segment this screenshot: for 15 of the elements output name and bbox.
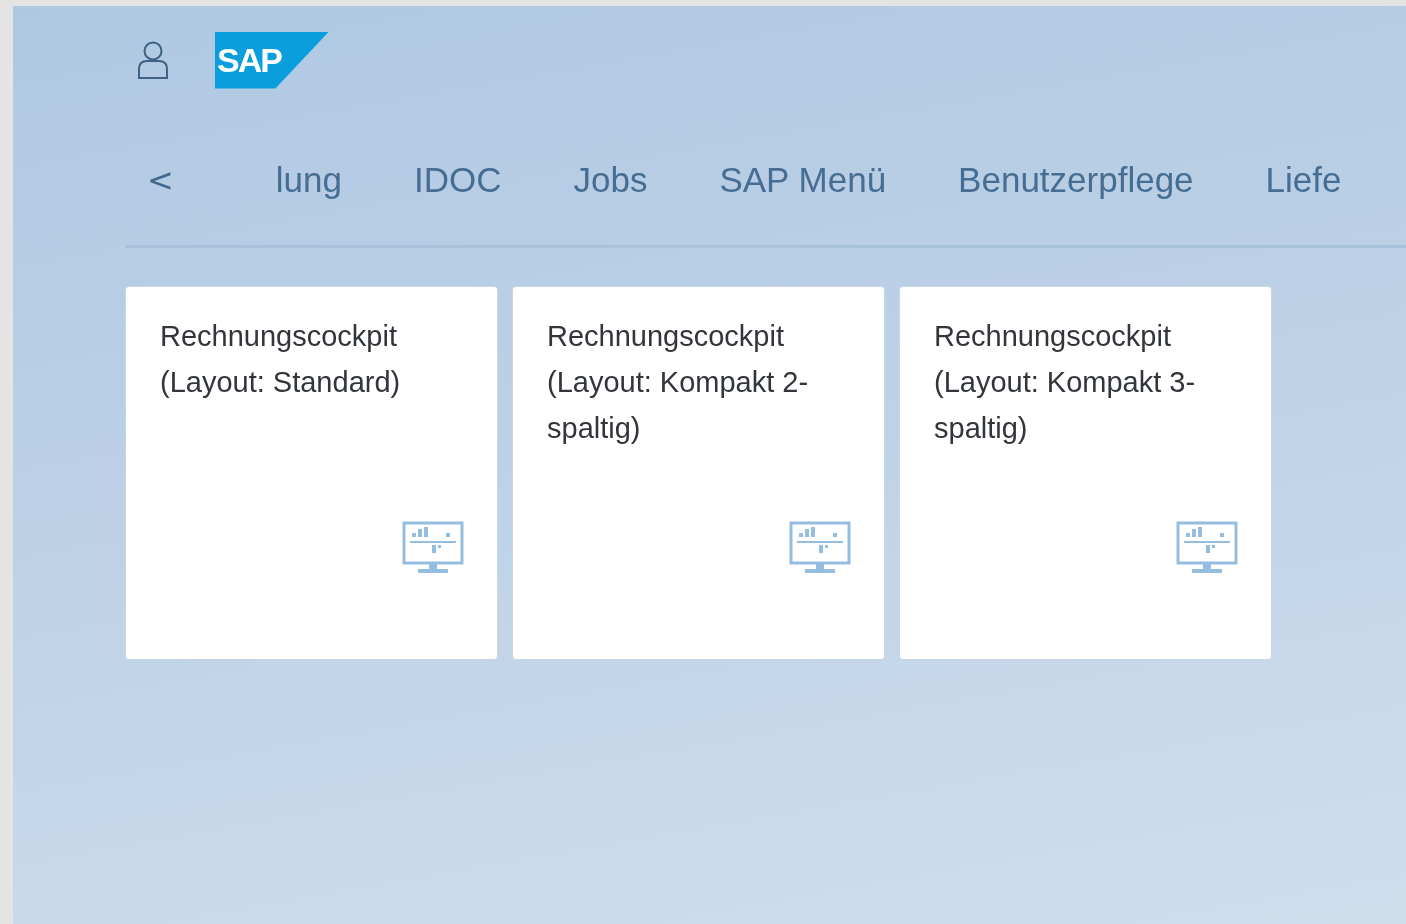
tab[interactable]: Liefe bbox=[1265, 159, 1342, 200]
app-tile[interactable]: Rechnungscockpit (Layout: Kompakt 2-spaltig) bbox=[512, 286, 885, 660]
tab[interactable]: IDOC bbox=[414, 159, 502, 200]
tab[interactable]: Jobs bbox=[573, 159, 648, 200]
app-tile[interactable]: Rechnungscockpit (Layout: Kompakt 3-spaltig) bbox=[899, 286, 1272, 660]
back-button[interactable]: < bbox=[147, 160, 174, 199]
company-logo[interactable]: SAP bbox=[215, 31, 329, 89]
tile-title: Rechnungscockpit (Layout: Standard) bbox=[160, 319, 402, 400]
user-icon[interactable] bbox=[137, 40, 169, 80]
tile-title: Rechnungscockpit (Layout: Kompakt 3-spaltig) bbox=[934, 319, 1197, 446]
tab[interactable]: Benutzerpflege bbox=[958, 159, 1194, 200]
tab[interactable]: SAP Menü bbox=[719, 159, 887, 200]
app-tile[interactable]: Rechnungscockpit (Layout: Standard) bbox=[125, 286, 498, 660]
tab[interactable]: lung bbox=[275, 159, 342, 200]
tile-title: Rechnungscockpit (Layout: Kompakt 2-spaltig) bbox=[547, 319, 810, 446]
